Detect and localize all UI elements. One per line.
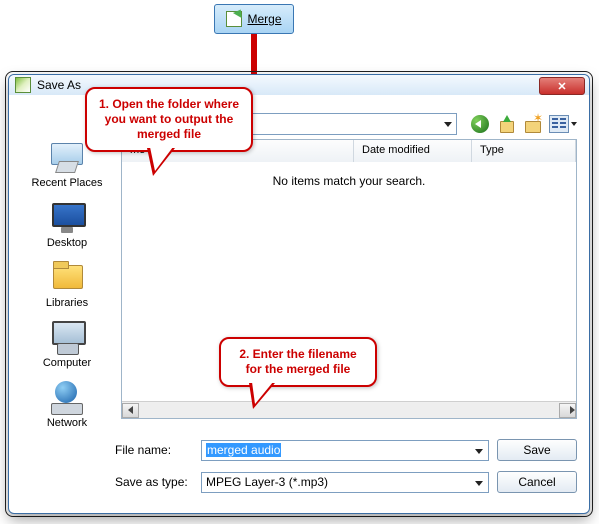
filename-value: merged audio	[206, 443, 281, 457]
place-network[interactable]: Network	[23, 379, 111, 429]
place-label: Recent Places	[23, 177, 111, 189]
place-label: Computer	[23, 357, 111, 369]
computer-icon	[47, 319, 87, 355]
save-button[interactable]: Save	[497, 439, 577, 461]
merge-button-label: Merge	[247, 12, 281, 26]
scroll-left-icon[interactable]	[122, 403, 139, 418]
app-icon	[15, 77, 31, 93]
col-date[interactable]: Date modified	[354, 140, 472, 162]
savetype-value: MPEG Layer-3 (*.mp3)	[206, 475, 328, 489]
back-icon[interactable]	[471, 115, 489, 133]
cancel-button-label: Cancel	[518, 475, 555, 489]
place-label: Network	[23, 417, 111, 429]
network-icon	[47, 379, 87, 415]
close-button[interactable]: ✕	[539, 77, 585, 95]
chevron-down-icon	[571, 122, 577, 126]
place-computer[interactable]: Computer	[23, 319, 111, 369]
place-desktop[interactable]: Desktop	[23, 199, 111, 249]
annotation-text: 2. Enter the filename for the merged fil…	[239, 347, 356, 376]
place-libraries[interactable]: Libraries	[23, 259, 111, 309]
window-title: Save As	[37, 78, 81, 92]
view-menu-button[interactable]	[549, 115, 577, 133]
place-label: Desktop	[23, 237, 111, 249]
savetype-label: Save as type:	[115, 475, 193, 489]
recent-places-icon	[47, 139, 87, 175]
filename-label: File name:	[115, 443, 193, 457]
new-folder-icon[interactable]	[523, 115, 541, 133]
filename-input[interactable]: merged audio	[201, 440, 489, 461]
empty-message: No items match your search.	[273, 174, 426, 188]
annotation-text: 1. Open the folder where you want to out…	[99, 97, 239, 141]
scroll-right-icon[interactable]	[559, 403, 576, 418]
up-one-level-icon[interactable]	[497, 115, 515, 133]
savetype-dropdown[interactable]: MPEG Layer-3 (*.mp3)	[201, 472, 489, 493]
chevron-down-icon[interactable]	[475, 449, 483, 454]
scroll-track[interactable]	[139, 403, 559, 418]
horizontal-scrollbar[interactable]	[122, 401, 576, 418]
cancel-button[interactable]: Cancel	[497, 471, 577, 493]
place-label: Libraries	[23, 297, 111, 309]
annotation-step2: 2. Enter the filename for the merged fil…	[219, 337, 377, 387]
annotation-step1: 1. Open the folder where you want to out…	[85, 87, 253, 152]
view-icon	[549, 115, 569, 133]
merge-icon	[226, 11, 242, 27]
save-as-dialog: Save As ✕ S Recent Places Desktop Librar…	[8, 74, 590, 514]
save-button-label: Save	[523, 443, 550, 457]
col-type[interactable]: Type	[472, 140, 576, 162]
merge-button[interactable]: Merge	[214, 4, 294, 34]
chevron-down-icon[interactable]	[475, 481, 483, 486]
desktop-icon	[47, 199, 87, 235]
places-bar: Recent Places Desktop Libraries Computer…	[21, 139, 113, 501]
libraries-icon	[47, 259, 87, 295]
